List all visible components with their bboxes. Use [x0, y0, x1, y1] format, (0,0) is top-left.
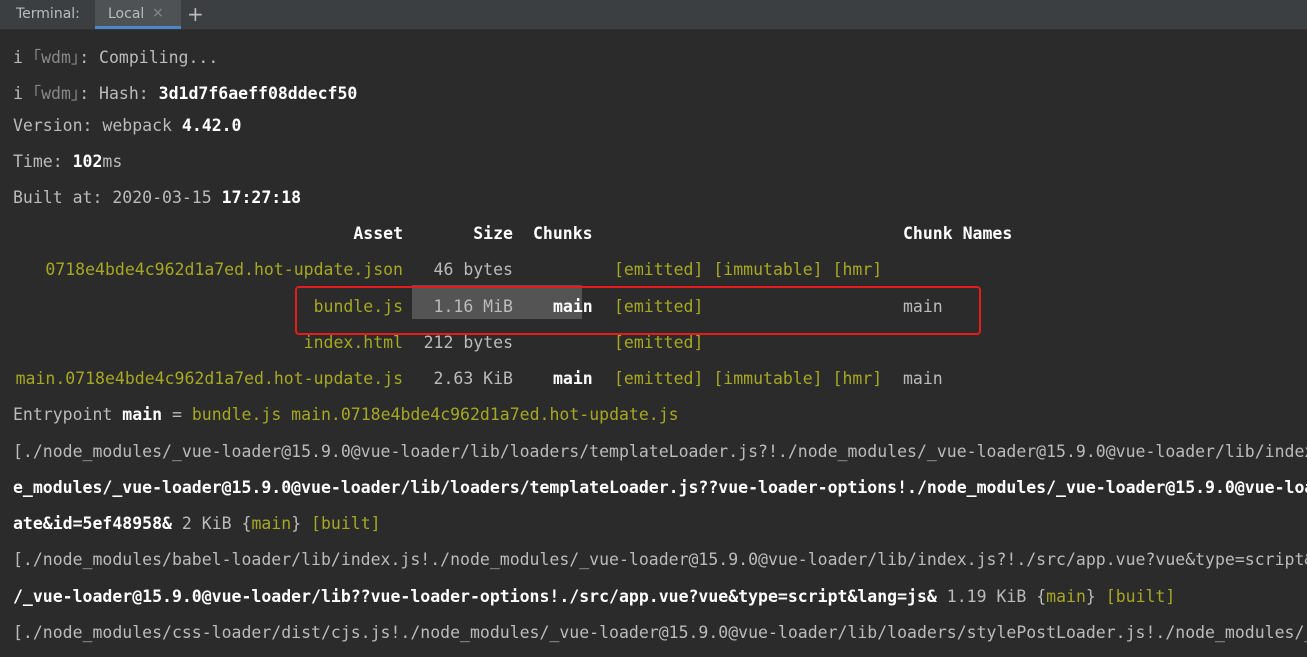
module-line: [./node_modules/_vue-loader@15.9.0@vue-l… — [13, 442, 1307, 461]
compiling-text: : Compiling... — [79, 48, 219, 67]
col-header-asset: Asset — [353, 224, 403, 243]
entrypoint-eq: = — [162, 405, 192, 424]
asset-flags: [emitted] [immutable] [hmr] — [614, 260, 883, 279]
brace: { — [1036, 587, 1047, 606]
annotation-red-box — [295, 286, 981, 335]
log-line-built-at: Built at: 2020-03-15 17:27:18 — [13, 188, 301, 207]
log-line-version: Version: webpack 4.42.0 — [13, 116, 242, 135]
module-built: [built] — [1095, 587, 1176, 606]
entrypoint-name: main — [122, 405, 163, 424]
module-path: /_vue-loader@15.9.0@vue-loader/lib??vue-… — [13, 587, 937, 606]
asset-name: 0718e4bde4c962d1a7ed.hot-update.json — [45, 260, 403, 279]
module-chunk: main — [1046, 587, 1086, 606]
col-header-size: Size — [473, 224, 513, 243]
log-line-compiling: i ｢wdm｣: Compiling... — [13, 44, 218, 68]
add-tab-icon[interactable]: + — [187, 2, 204, 26]
col-header-chunk-names: Chunk Names — [903, 224, 1013, 243]
entrypoint-files: bundle.js main.0718e4bde4c962d1a7ed.hot-… — [191, 405, 679, 424]
brace: } — [1085, 587, 1096, 606]
module-line: [./node_modules/css-loader/dist/cjs.js!.… — [13, 623, 1307, 642]
info-prefix: i — [13, 84, 33, 103]
asset-chunk-name: main — [903, 369, 943, 388]
asset-size: 212 bytes — [423, 333, 513, 352]
brace: } — [291, 514, 302, 533]
brace: { — [241, 514, 252, 533]
log-line-time: Time: 102ms — [13, 152, 122, 171]
module-size: 1.19 KiB — [936, 587, 1037, 606]
tab-local[interactable]: Local × — [95, 0, 181, 29]
module-line: e_modules/_vue-loader@15.9.0@vue-loader/… — [13, 478, 1307, 497]
terminal-tabbar: Terminal: Local × + — [0, 0, 1307, 30]
terminal-label: Terminal: — [16, 6, 80, 22]
wdm-tag: ｢wdm｣ — [32, 84, 80, 103]
asset-flags: [emitted] — [614, 333, 704, 352]
asset-chunk: main — [553, 369, 593, 388]
entrypoint-label: Entrypoint — [13, 405, 123, 424]
module-size: 2 KiB — [171, 514, 242, 533]
time-unit: ms — [102, 152, 123, 171]
asset-size: 2.63 KiB — [433, 369, 513, 388]
module-built: [built] — [301, 514, 381, 533]
version-value: 4.42.0 — [181, 116, 242, 135]
hash-label: : Hash: — [79, 84, 159, 103]
module-line: [./node_modules/babel-loader/lib/index.j… — [13, 550, 1307, 569]
time-label: Time: — [13, 152, 73, 171]
built-at-label: Built at: 2020-03-15 — [13, 188, 222, 207]
asset-flags: [emitted] [immutable] [hmr] — [614, 369, 883, 388]
time-value: 102 — [72, 152, 103, 171]
module-line: ate&id=5ef48958& 2 KiB {main} [built] — [13, 514, 381, 533]
version-label: Version: webpack — [13, 116, 182, 135]
module-chunk: main — [251, 514, 292, 533]
module-query: ate&id=5ef48958& — [13, 514, 172, 533]
close-icon[interactable]: × — [152, 5, 164, 21]
hash-value: 3d1d7f6aeff08ddecf50 — [158, 84, 358, 103]
col-header-chunks: Chunks — [533, 224, 593, 243]
terminal-output[interactable]: i ｢wdm｣: Compiling... i ｢wdm｣: Hash: 3d1… — [0, 30, 1307, 657]
tabbar-empty-area — [1131, 0, 1305, 29]
log-line-hash: i ｢wdm｣: Hash: 3d1d7f6aeff08ddecf50 — [13, 80, 357, 104]
built-at-time: 17:27:18 — [221, 188, 302, 207]
wdm-tag: ｢wdm｣ — [32, 48, 80, 67]
asset-size: 46 bytes — [433, 260, 513, 279]
module-line: /_vue-loader@15.9.0@vue-loader/lib??vue-… — [13, 587, 1175, 606]
asset-name: main.0718e4bde4c962d1a7ed.hot-update.js — [15, 369, 403, 388]
log-line-entrypoint: Entrypoint main = bundle.js main.0718e4b… — [13, 405, 679, 424]
info-prefix: i — [13, 48, 33, 67]
tab-local-label: Local — [108, 6, 145, 22]
asset-name: index.html — [303, 333, 403, 352]
